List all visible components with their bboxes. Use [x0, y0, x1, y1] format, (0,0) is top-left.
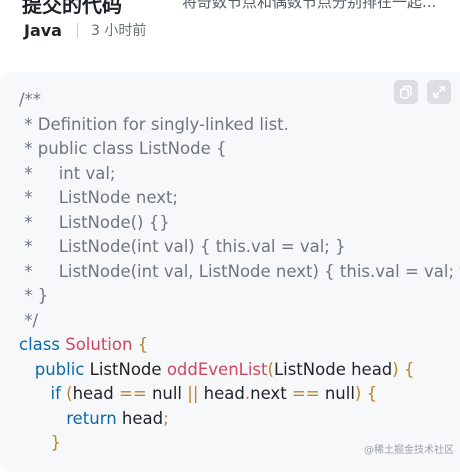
- keyword: public: [34, 359, 85, 379]
- code-line: * int val;: [19, 163, 116, 183]
- code-line: /**: [19, 90, 42, 109]
- submission-meta: Java 3 小时前: [24, 19, 146, 41]
- punctuation: {: [361, 384, 378, 403]
- code-block: /** * Definition for singly-linked list.…: [0, 72, 460, 472]
- identifier: head: [72, 384, 114, 403]
- identifier: head: [121, 408, 164, 428]
- code-line: * ListNode next;: [19, 188, 178, 207]
- class-name: Solution: [65, 335, 133, 354]
- method-name: oddEvenList: [166, 359, 268, 379]
- parameter: ListNode head: [273, 359, 393, 379]
- code-line: */: [19, 310, 39, 330]
- code-line: * ListNode(int val, ListNode next) { thi…: [24, 261, 460, 281]
- keyword: class: [19, 335, 60, 354]
- code-line: return head;: [19, 407, 460, 432]
- timestamp: 3 小时前: [90, 23, 147, 39]
- code-line: * Definition for singly-linked list.: [19, 114, 289, 134]
- code-line: * public class ListNode {: [19, 139, 227, 158]
- keyword: return: [66, 408, 117, 428]
- code-line: * ListNode() {}: [19, 212, 170, 232]
- code-line: class Solution {: [19, 333, 460, 358]
- page-title: 提交的代码: [22, 0, 122, 17]
- code-content: /** * Definition for singly-linked list.…: [19, 88, 460, 456]
- punctuation: {: [132, 335, 149, 354]
- code-line: * ListNode(int val) { this.val = val; }: [19, 237, 346, 256]
- watermark: @稀土掘金技术社区: [364, 445, 454, 456]
- code-line: * }: [19, 286, 49, 305]
- code-line: if (head == null || head.next == null) {: [19, 382, 460, 407]
- language-label: Java: [24, 20, 62, 40]
- code-line: public ListNode oddEvenList(ListNode hea…: [19, 358, 460, 383]
- operator: ==: [291, 384, 320, 403]
- literal: null: [324, 384, 355, 403]
- identifier: head: [203, 384, 245, 403]
- punctuation: {: [398, 359, 415, 379]
- operator: ||: [187, 384, 199, 403]
- problem-description: 将奇数节点和偶数节点分别排在一起...: [182, 0, 437, 11]
- identifier: next: [250, 384, 287, 403]
- punctuation: ;: [163, 408, 169, 428]
- meta-divider: [76, 22, 78, 38]
- type-name: ListNode: [89, 359, 162, 379]
- punctuation: }: [50, 433, 61, 452]
- operator: ==: [119, 384, 147, 403]
- literal: null: [151, 384, 183, 403]
- keyword: if: [50, 384, 61, 403]
